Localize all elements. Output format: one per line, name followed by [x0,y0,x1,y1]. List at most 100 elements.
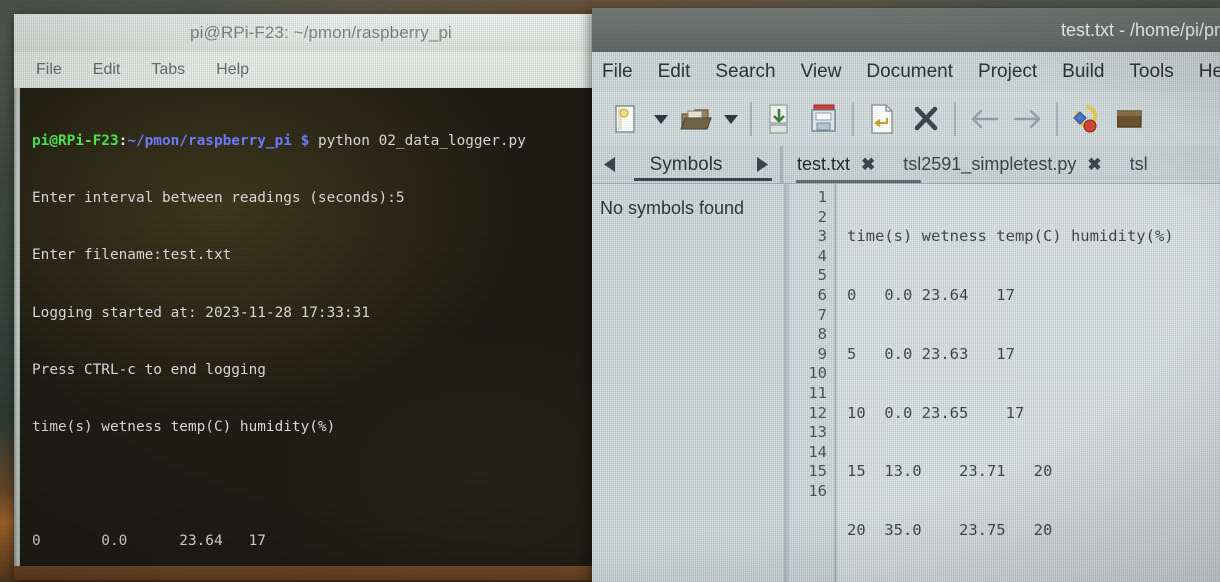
navigate-back-button[interactable] [962,97,1006,141]
close-tab-icon[interactable]: ✖ [861,155,875,175]
line-number: 15 [808,462,827,481]
close-icon [914,106,938,131]
terminal-line: Enter interval between readings (seconds… [32,190,405,207]
terminal-data-row: 0 0.0 23.64 17 [32,533,266,550]
symbols-empty-message: No symbols found [600,198,745,218]
symbols-tab-underline [634,178,772,181]
terminal-window[interactable]: pi@RPi-F23: ~/pmon/raspberry_pi File Edi… [14,14,592,580]
navigate-forward-button[interactable] [1006,97,1050,141]
close-document-button[interactable] [904,97,948,141]
terminal-prompt-colon: : [118,133,128,150]
geany-menu-file[interactable]: File [602,61,633,83]
terminal-line: Logging started at: 2023-11-28 17:33:31 [32,304,370,321]
geany-window-title: test.txt - /home/pi/pr [1060,20,1220,40]
open-document-dropdown[interactable] [718,97,744,141]
new-document-icon [615,105,635,133]
editor-line: 10 0.0 23.65 17 [847,403,1025,422]
editor-line: 5 0.0 23.63 17 [847,344,1015,363]
new-document-button[interactable] [604,97,648,141]
terminal-prompt-path: ~/pmon/raspberry_pi [127,133,292,150]
save-button[interactable] [758,97,802,141]
terminal-command-line: pi@RPi-F23:~/pmon/raspberry_pi $ python … [32,132,592,151]
geany-tab-bar[interactable]: Symbols test.txt ✖ tsl2591_simpletest.py… [592,146,1220,184]
sidebar-tab-label: Symbols [649,153,723,175]
terminal-titlebar[interactable]: pi@RPi-F23: ~/pmon/raspberry_pi [14,14,592,52]
build-brick-icon [1117,110,1142,128]
build-button[interactable] [1108,97,1152,141]
revert-document-icon [871,104,893,134]
geany-menu-build[interactable]: Build [1062,61,1104,83]
geany-main-area: No symbols found 1 2 3 4 5 6 7 8 9 10 11… [592,184,1220,582]
line-number: 16 [808,481,827,500]
open-document-button[interactable] [674,97,718,141]
terminal-menu-help[interactable]: Help [216,61,249,79]
document-tab-tsl2591-simpletest[interactable]: tsl2591_simpletest.py ✖ [889,146,1115,183]
geany-editor-window[interactable]: test.txt - /home/pi/pr File Edit Search … [592,8,1220,582]
line-number: 4 [817,246,827,265]
geany-menu-edit[interactable]: Edit [658,61,691,83]
document-tab-label: test.txt [797,154,851,174]
line-number: 5 [817,266,827,285]
terminal-window-title: pi@RPi-F23: ~/pmon/raspberry_pi [190,23,452,42]
editor-area[interactable]: 1 2 3 4 5 6 7 8 9 10 11 12 13 14 15 16 t… [790,184,1220,582]
line-number: 11 [808,383,827,402]
chevron-left-icon[interactable] [604,157,617,172]
terminal-prompt-dollar: $ [300,133,310,150]
terminal-menu-file[interactable]: File [36,61,62,79]
arrow-left-icon [971,109,999,129]
geany-menu-help[interactable]: Help [1199,61,1220,83]
new-document-dropdown[interactable] [648,97,674,141]
terminal-menubar[interactable]: File Edit Tabs Help [14,52,592,88]
toolbar-separator [1056,102,1058,136]
line-number: 2 [817,207,827,226]
sidebar-tab-symbols[interactable]: Symbols [592,146,780,183]
line-number: 10 [808,364,827,383]
geany-toolbar[interactable] [592,92,1220,146]
toolbar-separator [954,102,956,136]
line-number: 8 [817,325,827,344]
document-tab-label: tsl2591_simpletest.py [903,154,1077,174]
terminal-output[interactable]: pi@RPi-F23:~/pmon/raspberry_pi $ python … [20,88,592,566]
editor-line: 15 13.0 23.71 20 [847,462,1053,481]
revert-button[interactable] [860,97,904,141]
chevron-down-icon [724,114,738,124]
arrow-right-icon [1013,109,1041,129]
save-icon [769,104,788,134]
terminal-line: Press CTRL-c to end logging [32,361,266,378]
line-number: 3 [817,227,827,246]
geany-titlebar[interactable]: test.txt - /home/pi/pr [592,8,1220,52]
geany-menu-tools[interactable]: Tools [1129,61,1173,83]
chevron-right-icon[interactable] [755,157,768,172]
terminal-menu-edit[interactable]: Edit [93,61,121,79]
terminal-menu-tabs[interactable]: Tabs [151,61,185,79]
save-all-button[interactable] [802,97,846,141]
line-number: 14 [808,442,827,461]
line-number-gutter: 1 2 3 4 5 6 7 8 9 10 11 12 13 14 15 16 [790,184,834,582]
editor-text-content[interactable]: time(s) wetness temp(C) humidity(%) 0 0.… [837,184,1220,582]
close-tab-icon[interactable]: ✖ [1087,155,1101,175]
document-tab-test-txt[interactable]: test.txt ✖ [783,146,889,183]
save-all-icon [811,104,836,132]
editor-line-header: time(s) wetness temp(C) humidity(%) [847,227,1174,246]
geany-menu-search[interactable]: Search [715,61,775,83]
geany-menu-view[interactable]: View [801,61,842,83]
compile-button[interactable] [1064,97,1108,141]
document-tab-overflow[interactable]: tsl [1116,146,1162,183]
editor-line: 20 35.0 23.75 20 [847,521,1053,540]
line-number: 7 [817,305,827,324]
symbols-panel[interactable]: No symbols found [592,184,784,582]
compile-icon [1073,104,1098,133]
geany-menu-document[interactable]: Document [866,61,953,83]
toolbar-separator [852,102,854,136]
open-folder-icon [680,109,712,130]
document-tab-label: tsl [1129,154,1148,174]
terminal-prompt-user: pi@RPi-F23 [32,133,119,150]
line-number: 12 [808,403,827,422]
geany-menubar[interactable]: File Edit Search View Document Project B… [592,52,1220,92]
terminal-line: Enter filename:test.txt [32,247,232,264]
editor-line: 0 0.0 23.64 17 [847,285,1015,304]
line-number: 9 [817,344,827,363]
geany-menu-project[interactable]: Project [978,61,1037,83]
line-number: 6 [817,285,827,304]
